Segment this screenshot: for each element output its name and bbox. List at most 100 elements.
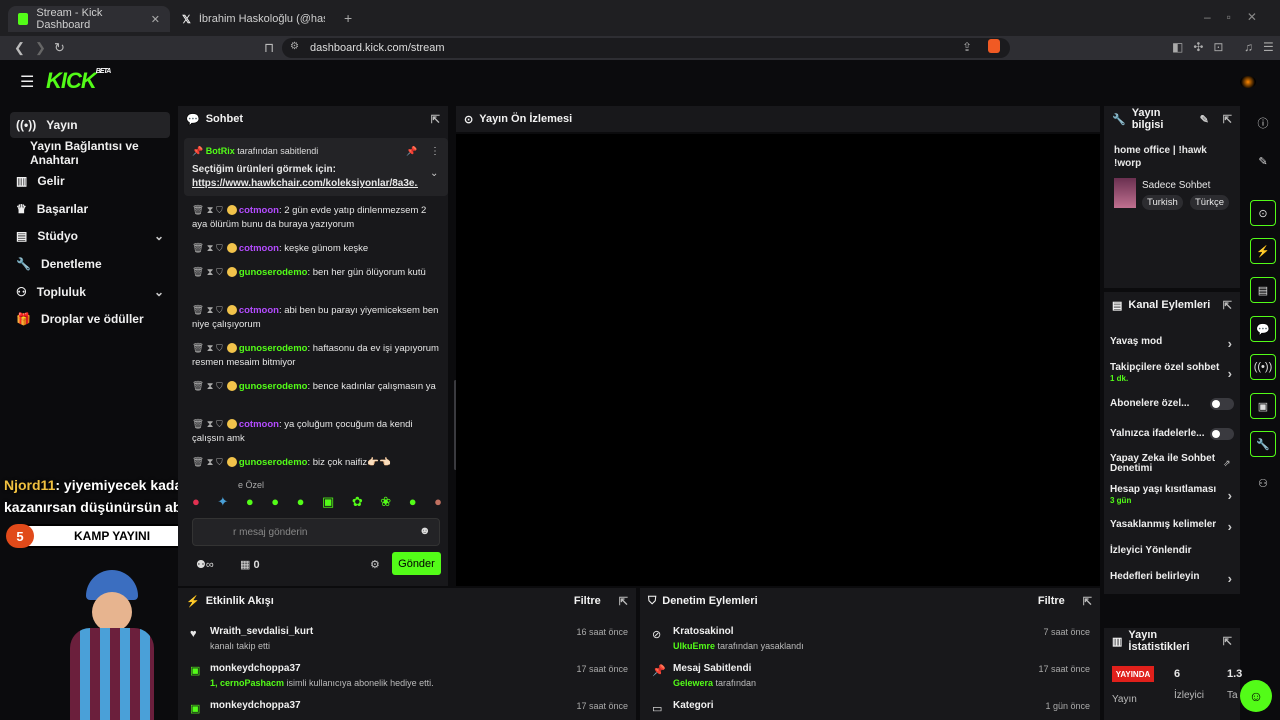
action-ai-moderation[interactable]: Yapay Zeka ile Sohbet Denetimi: [1110, 454, 1222, 476]
document-icon[interactable]: ▤: [1250, 277, 1276, 303]
channel-points-icon[interactable]: ▦ 0: [240, 558, 260, 571]
action-emotes-only[interactable]: Yalnızca ifadelerle...: [1110, 428, 1234, 442]
info-icon[interactable]: ⓘ: [1250, 110, 1276, 136]
close-tab-icon[interactable]: ✕: [151, 13, 160, 26]
action-subs-only[interactable]: Abonelere özel...: [1110, 398, 1234, 412]
new-tab-icon[interactable]: +: [344, 10, 352, 26]
stat-label: Ta: [1227, 690, 1238, 701]
event-user[interactable]: monkeydchoppa37: [210, 663, 301, 674]
subs-only-toggle[interactable]: [1210, 398, 1234, 410]
chat-message: 🗑 ⧗ ⛉ cotmoon: ya çoluğum çocuğum da kend…: [192, 419, 413, 444]
community-icon: ⚇: [16, 285, 27, 299]
forward-icon[interactable]: ❯: [35, 40, 46, 56]
emoji-picker-icon[interactable]: ☻: [419, 525, 431, 537]
live-badge: YAYINDA: [1112, 666, 1154, 682]
sidebar-item-gelir[interactable]: ▥ Gelir: [10, 168, 170, 194]
live-label: Yayın: [1112, 694, 1137, 705]
preview-toggle-icon[interactable]: ⊙: [1250, 200, 1276, 226]
bolt-icon[interactable]: ⚡: [1250, 238, 1276, 264]
action-account-age[interactable]: Hesap yaşı kısıtlaması 3 gün ›: [1110, 484, 1234, 508]
pin-icon: 📌: [192, 146, 204, 156]
edit-icon[interactable]: ✎: [1200, 113, 1209, 126]
chevron-down-icon[interactable]: ⌄: [430, 168, 438, 179]
sidebar-item-stream-key[interactable]: Yayın Bağlantısı ve Anahtarı: [10, 139, 176, 167]
tab-kick-dashboard[interactable]: Stream - Kick Dashboard ✕: [8, 6, 170, 32]
broadcast-icon[interactable]: ((•)): [1250, 354, 1276, 380]
sidebar-item-yayin[interactable]: ((•)) Yayın: [10, 112, 170, 138]
viewers-infinite-icon[interactable]: ⚉∞: [196, 558, 214, 571]
sidebar-item-basarilar[interactable]: ♛ Başarılar: [10, 196, 170, 222]
emote-row[interactable]: ● ✦ ● ● ● ▣ ✿ ❀ ● ●: [192, 494, 442, 512]
avatar[interactable]: [1240, 76, 1256, 88]
sidebar-item-topluluk[interactable]: ⚇ Topluluk ⌄: [10, 279, 170, 305]
mod-event-title[interactable]: Mesaj Sabitlendi: [673, 663, 751, 674]
unpin-icon[interactable]: 📌: [406, 146, 417, 157]
sidebar-item-denetleme[interactable]: 🔧 Denetleme: [10, 251, 170, 277]
tab-twitter[interactable]: 𝕏 İbrahim Haskoloğlu (@haskologlu) /: [172, 6, 338, 32]
banner-number: 5: [6, 524, 34, 548]
url-field[interactable]: dashboard.kick.com/stream: [282, 38, 1010, 58]
chat-settings-icon[interactable]: ⚙: [370, 558, 380, 571]
video-icon[interactable]: ▣: [1250, 393, 1276, 419]
chat-input[interactable]: r mesaj gönderin ☻: [192, 518, 440, 546]
wrench-icon[interactable]: 🔧: [1250, 431, 1276, 457]
sidebar-item-droplar[interactable]: 🎁 Droplar ve ödüller: [10, 306, 170, 332]
broadcast-icon: ((•)): [16, 118, 37, 132]
kick-logo[interactable]: KICKBETA: [46, 68, 111, 94]
moderation-header: ⛉ Denetim Eylemleri Filtre ⇱: [648, 594, 1092, 608]
help-chat-icon[interactable]: ☺: [1240, 680, 1272, 712]
popout-icon[interactable]: ⇱: [1223, 635, 1232, 648]
category-name[interactable]: Sadece Sohbet: [1142, 180, 1210, 191]
viewer-label: İzleyici: [1174, 690, 1205, 701]
popout-icon[interactable]: ⇱: [619, 595, 628, 608]
action-banned-words[interactable]: Yasaklanmış kelimeler ›: [1110, 519, 1234, 534]
event-user[interactable]: Wraith_sevdalisi_kurt: [210, 626, 313, 637]
back-icon[interactable]: ❮: [14, 40, 25, 56]
pinned-link[interactable]: https://www.hawkchair.com/koleksiyonlar/…: [192, 178, 418, 189]
popout-icon[interactable]: ⇱: [431, 113, 440, 126]
event-user[interactable]: monkeydchoppa37: [210, 700, 301, 711]
action-slow-mode[interactable]: Yavaş mod ›: [1110, 336, 1234, 351]
share-icon[interactable]: ⇪: [962, 40, 972, 54]
stream-info-header: 🔧 Yayın bilgisi ✎ ⇱: [1112, 107, 1232, 131]
community-icon[interactable]: ⚇: [1250, 470, 1276, 496]
external-link-icon[interactable]: ⇗: [1223, 458, 1231, 469]
tab-title: İbrahim Haskoloğlu (@haskologlu) /: [198, 13, 325, 25]
extension-icons[interactable]: ◧✣⊡: [1172, 40, 1233, 54]
send-button[interactable]: Gönder: [392, 552, 441, 575]
menu-icons[interactable]: ♫☰: [1244, 40, 1280, 54]
filter-button[interactable]: Filtre: [574, 595, 601, 607]
stream-preview-player[interactable]: [456, 134, 1100, 586]
mod-event-title[interactable]: Kratosakinol: [673, 626, 734, 637]
chart-icon: ▥: [16, 174, 28, 188]
filter-button[interactable]: Filtre: [1038, 595, 1065, 607]
more-icon[interactable]: ⋮: [430, 146, 440, 157]
brave-shield-icon[interactable]: [988, 39, 1000, 53]
tag-chip: Türkçe: [1190, 195, 1230, 210]
reload-icon[interactable]: ↻: [54, 40, 65, 56]
site-info-icon[interactable]: ⚙: [290, 41, 299, 52]
popout-icon[interactable]: ⇱: [1083, 595, 1092, 608]
event-time: 17 saat önce: [576, 664, 628, 674]
emote-icon: ▣: [322, 494, 335, 509]
chat-message: 🗑 ⧗ ⛉ cotmoon: keşke günom keşke: [192, 243, 369, 254]
mod-event-title[interactable]: Kategori: [673, 700, 714, 711]
action-host[interactable]: İzleyici Yönlendir: [1110, 545, 1234, 559]
pinned-by-line: 📌 BotRix tarafından sabitlendi: [192, 146, 319, 156]
chat-message: 🗑 ⧗ ⛉ cotmoon: abi ben bu parayı yiyemice…: [192, 305, 439, 330]
hamburger-menu-icon[interactable]: ☰: [20, 72, 34, 92]
popout-icon[interactable]: ⇱: [1223, 299, 1232, 312]
shield-icon: ⛉: [648, 594, 657, 607]
popout-icon[interactable]: ⇱: [1223, 113, 1232, 126]
emotes-only-toggle[interactable]: [1210, 428, 1234, 440]
action-followers-only[interactable]: Takipçilere özel sohbet 1 dk. ›: [1110, 362, 1234, 386]
sidebar-item-studyo[interactable]: ▤ Stüdyo ⌄: [10, 223, 170, 249]
bookmark-icon[interactable]: ⊓: [264, 40, 274, 56]
action-goals[interactable]: Hedefleri belirleyin ›: [1110, 571, 1234, 586]
wrench-icon: 🔧: [1112, 113, 1126, 126]
preview-header: ⊙ Yayın Ön İzlemesi: [464, 113, 573, 126]
chat-icon[interactable]: 💬: [1250, 316, 1276, 342]
chevron-right-icon: ›: [1227, 571, 1232, 586]
edit-icon[interactable]: ✎: [1250, 148, 1276, 174]
window-controls[interactable]: –▫✕: [1204, 10, 1273, 24]
